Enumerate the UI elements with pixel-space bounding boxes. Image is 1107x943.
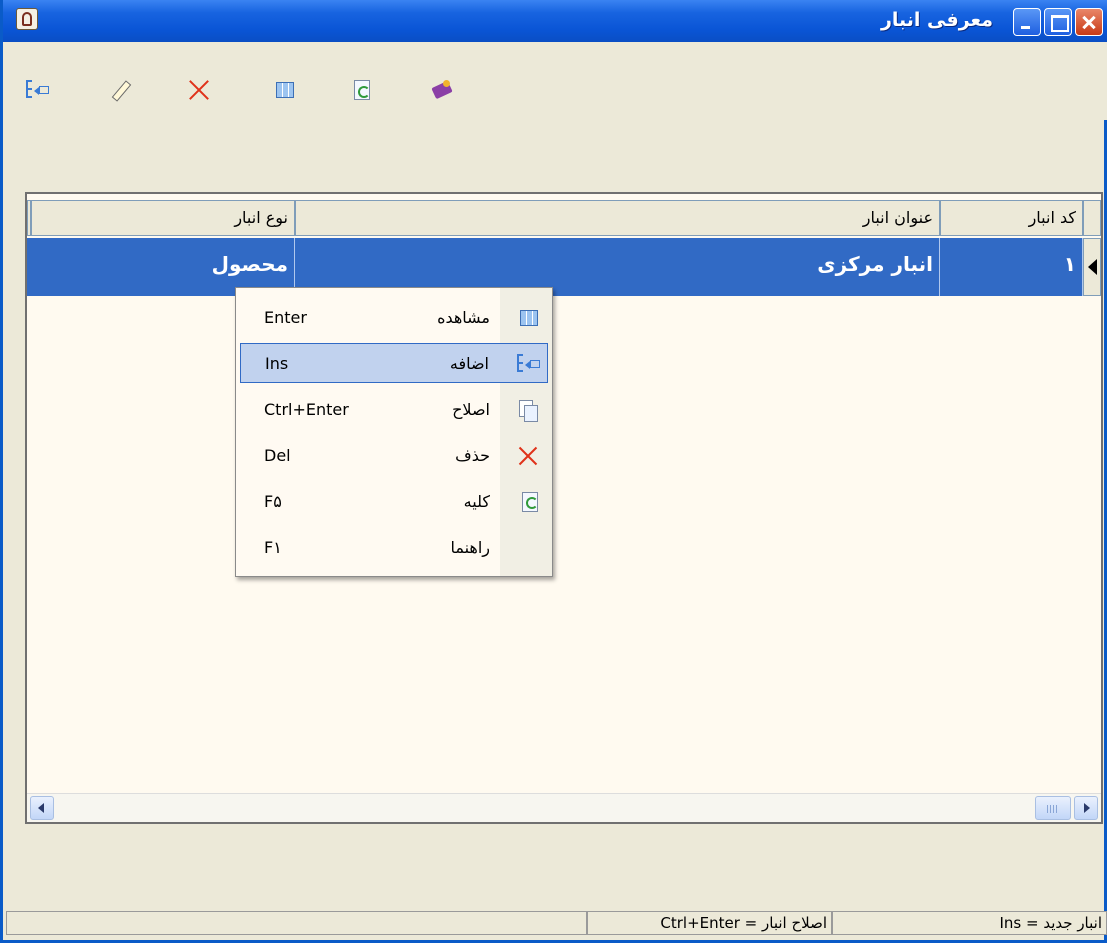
view-grid-icon xyxy=(520,310,538,326)
row-indicator-icon[interactable] xyxy=(1083,238,1101,296)
scroll-left-button[interactable] xyxy=(30,796,54,820)
status-panel-new-hint: انبار جدید = Ins xyxy=(832,911,1107,935)
app-logo-icon[interactable] xyxy=(16,8,38,30)
edit-icon[interactable] xyxy=(111,80,131,100)
maximize-button[interactable] xyxy=(1044,8,1072,36)
close-button[interactable] xyxy=(1075,8,1103,36)
add-icon[interactable] xyxy=(26,80,49,100)
menu-item-edit[interactable]: Ctrl+Enter اصلاح xyxy=(240,390,548,430)
menu-label: حذف xyxy=(455,446,490,465)
title-bar[interactable]: معرفی انبار xyxy=(3,0,1107,42)
menu-shortcut: Del xyxy=(264,446,291,465)
app-window: معرفی انبار نوع انبار عنوان انبار کد انب… xyxy=(0,0,1107,943)
menu-shortcut: Ctrl+Enter xyxy=(264,400,349,419)
context-menu: Enter مشاهده Ins اضافه Ctrl+Enter اصلاح … xyxy=(235,287,553,577)
menu-label: اصلاح xyxy=(452,400,490,419)
column-header-title[interactable]: عنوان انبار xyxy=(295,200,940,236)
status-panel-edit-hint: اصلاح انبار = Ctrl+Enter xyxy=(587,911,832,935)
help-book-icon[interactable] xyxy=(431,78,455,100)
warehouse-grid[interactable]: نوع انبار عنوان انبار کد انبار محصول انب… xyxy=(25,192,1103,824)
column-header-code[interactable]: کد انبار xyxy=(940,200,1083,236)
window-title: معرفی انبار xyxy=(880,9,993,31)
scroll-thumb[interactable] xyxy=(1035,796,1071,820)
menu-shortcut: Enter xyxy=(264,308,307,327)
menu-item-add[interactable]: Ins اضافه xyxy=(240,343,548,383)
menu-label: کلیه xyxy=(463,492,490,511)
add-icon xyxy=(517,354,540,374)
header-corner xyxy=(1083,200,1101,236)
menu-item-all[interactable]: F۵ کلیه xyxy=(240,482,548,522)
menu-label: راهنما xyxy=(450,538,490,557)
menu-shortcut: F۵ xyxy=(264,492,282,511)
status-panel-empty xyxy=(6,911,587,935)
menu-label: اضافه xyxy=(449,354,489,373)
status-bar: اصلاح انبار = Ctrl+Enter انبار جدید = In… xyxy=(6,907,1107,937)
grid-header: نوع انبار عنوان انبار کد انبار xyxy=(27,196,1101,236)
cell-code[interactable]: ۱ xyxy=(940,238,1083,296)
menu-shortcut: Ins xyxy=(265,354,289,373)
delete-icon xyxy=(518,446,538,466)
table-row[interactable]: محصول انبار مرکزی ۱ xyxy=(27,238,1101,296)
menu-label: مشاهده xyxy=(437,308,490,327)
copy-edit-icon xyxy=(518,400,538,422)
menu-item-view[interactable]: Enter مشاهده xyxy=(240,298,548,338)
menu-item-help[interactable]: F۱ راهنما xyxy=(240,528,548,568)
menu-item-delete[interactable]: Del حذف xyxy=(240,436,548,476)
refresh-icon xyxy=(522,492,538,512)
view-grid-icon[interactable] xyxy=(276,82,294,98)
horizontal-scrollbar[interactable] xyxy=(27,793,1101,822)
toolbar xyxy=(6,42,1107,120)
minimize-button[interactable] xyxy=(1013,8,1041,36)
menu-shortcut: F۱ xyxy=(264,538,282,557)
refresh-icon[interactable] xyxy=(354,80,370,100)
delete-icon[interactable] xyxy=(186,78,210,102)
scroll-right-button[interactable] xyxy=(1074,796,1098,820)
column-header-type[interactable]: نوع انبار xyxy=(31,200,295,236)
